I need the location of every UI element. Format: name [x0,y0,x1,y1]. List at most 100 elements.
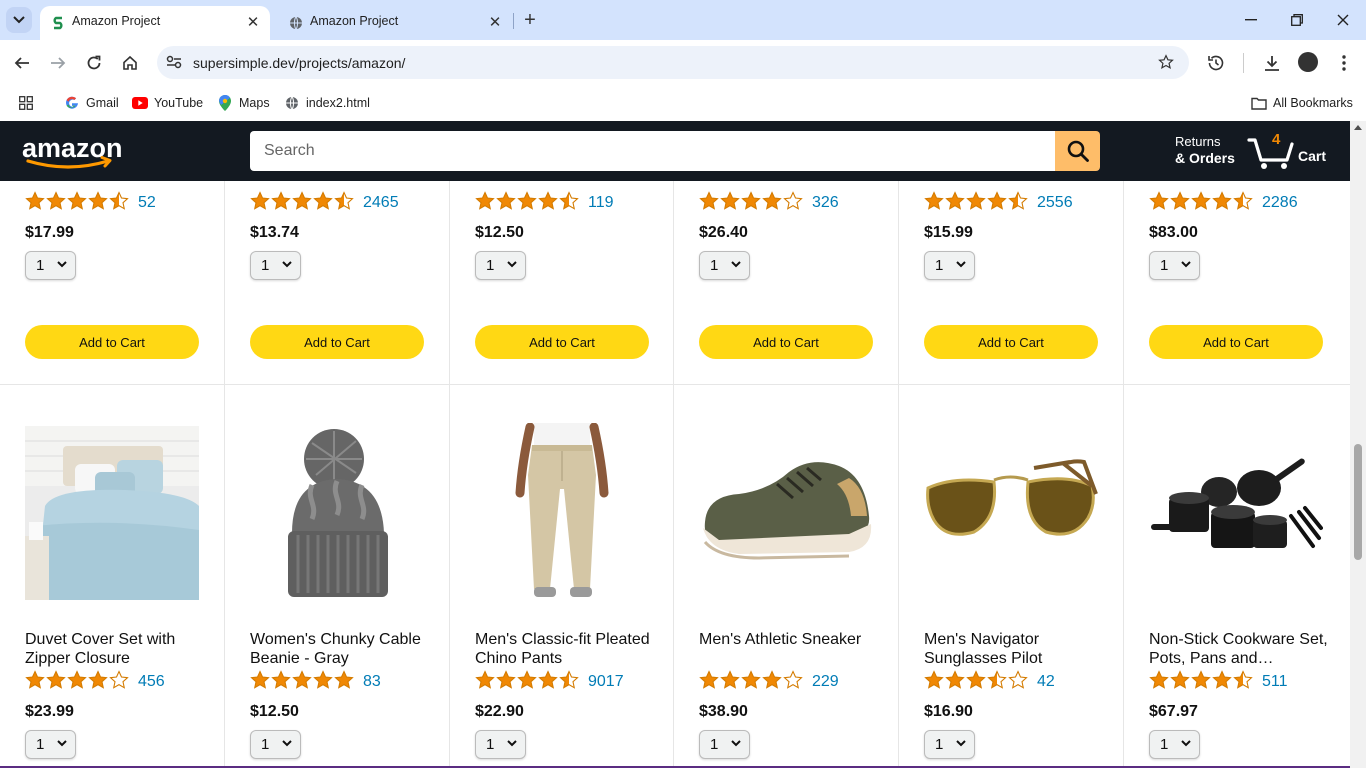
star-icon [1170,669,1190,695]
star-icon [46,190,66,216]
close-icon[interactable]: ✕ [244,13,262,31]
quantity-value: 1 [1160,257,1169,274]
quantity-select[interactable]: 1 [699,251,750,280]
star-icon [945,669,965,695]
product-price: $23.99 [25,703,74,720]
cart-count: 4 [1272,131,1281,148]
quantity-select[interactable]: 1 [475,730,526,759]
search-button[interactable] [1055,131,1100,171]
rating-stars [1149,669,1253,695]
star-icon [1170,190,1190,216]
site-settings-icon[interactable] [165,53,183,71]
rating-count-link[interactable]: 42 [1037,673,1055,691]
add-to-cart-button[interactable]: Add to Cart [250,325,424,359]
star-icon [1191,669,1211,695]
star-icon [783,190,803,216]
star-icon [762,669,782,695]
browser-tab[interactable]: Amazon Project ✕ [278,6,512,40]
browser-toolbar: supersimple.dev/projects/amazon/ [0,40,1366,85]
rating-count-link[interactable]: 456 [138,673,165,691]
product-name: Men's Classic-fit Pleated Chino Pants [475,631,650,667]
rating-count-link[interactable]: 2556 [1037,194,1073,212]
star-icon [741,190,761,216]
amazon-logo[interactable]: amazon [22,133,124,169]
all-bookmarks-button[interactable]: All Bookmarks [1251,92,1353,114]
close-window-icon[interactable] [1331,8,1355,32]
rating-count-link[interactable]: 2465 [363,194,399,212]
more-menu-button[interactable] [1332,51,1356,75]
star-icon [924,669,944,695]
grid-divider [449,181,450,768]
bookmark-label: index2.html [306,96,370,110]
rating-count-link[interactable]: 326 [812,194,839,212]
address-bar[interactable]: supersimple.dev/projects/amazon/ [157,46,1189,79]
quantity-select[interactable]: 1 [25,251,76,280]
tab-search-button[interactable] [6,7,32,33]
home-button[interactable] [118,51,142,75]
quantity-select[interactable]: 1 [1149,730,1200,759]
rating-stars [250,669,354,695]
apps-button[interactable] [18,92,34,114]
sneaker-image [699,423,873,603]
rating-count-link[interactable]: 229 [812,673,839,691]
toolbar-separator [1243,53,1244,73]
new-tab-button[interactable]: + [519,9,541,31]
scroll-up-arrow[interactable] [1354,125,1362,130]
cart-link[interactable]: 4 Cart [1246,131,1330,171]
bookmark-index2[interactable]: index2.html [284,92,370,114]
chino-pants-image [475,423,649,603]
bookmark-gmail[interactable]: Gmail [64,92,119,114]
add-to-cart-button[interactable]: Add to Cart [699,325,873,359]
quantity-select[interactable]: 1 [25,730,76,759]
chevron-down-icon [282,740,292,748]
restore-icon[interactable] [1285,8,1309,32]
quantity-select[interactable]: 1 [924,730,975,759]
bookmark-maps[interactable]: Maps [217,92,270,114]
add-to-cart-button[interactable]: Add to Cart [25,325,199,359]
downloads-button[interactable] [1260,51,1284,75]
star-icon [699,190,719,216]
profile-avatar[interactable] [1298,52,1318,72]
rating-count-link[interactable]: 2286 [1262,194,1298,212]
product-price: $12.50 [250,703,299,720]
product-price: $16.90 [924,703,973,720]
star-icon [475,190,495,216]
browser-tab-active[interactable]: Amazon Project ✕ [40,6,270,40]
add-to-cart-button[interactable]: Add to Cart [924,325,1098,359]
bookmark-star-icon[interactable] [1157,53,1175,71]
quantity-select[interactable]: 1 [250,251,301,280]
reload-button[interactable] [82,51,106,75]
back-button[interactable] [10,51,34,75]
scroll-thumb[interactable] [1354,444,1362,560]
rating-count-link[interactable]: 83 [363,673,381,691]
add-to-cart-button[interactable]: Add to Cart [1149,325,1323,359]
quantity-select[interactable]: 1 [699,730,750,759]
folder-icon [1251,95,1267,111]
product-price: $17.99 [25,224,74,241]
minimize-icon[interactable] [1239,8,1263,32]
rating-count-link[interactable]: 52 [138,194,156,212]
quantity-select[interactable]: 1 [1149,251,1200,280]
rating-count-link[interactable]: 119 [588,194,614,212]
add-to-cart-button[interactable]: Add to Cart [475,325,649,359]
page-scrollbar[interactable] [1350,121,1366,768]
quantity-select[interactable]: 1 [250,730,301,759]
star-icon [517,669,537,695]
star-icon [25,669,45,695]
forward-button[interactable] [46,51,70,75]
star-icon [1149,190,1169,216]
returns-orders-link[interactable]: Returns & Orders [1175,134,1235,166]
quantity-value: 1 [710,257,719,274]
quantity-select[interactable]: 1 [475,251,526,280]
star-icon [109,190,129,216]
star-icon [67,190,87,216]
quantity-select[interactable]: 1 [924,251,975,280]
star-icon [25,190,45,216]
search-input[interactable] [250,131,1056,171]
rating-count-link[interactable]: 511 [1262,673,1288,691]
history-button[interactable] [1204,51,1228,75]
bookmark-youtube[interactable]: YouTube [132,92,203,114]
close-icon[interactable]: ✕ [486,13,504,31]
rating-count-link[interactable]: 9017 [588,673,624,691]
cookware-image [1149,423,1323,603]
